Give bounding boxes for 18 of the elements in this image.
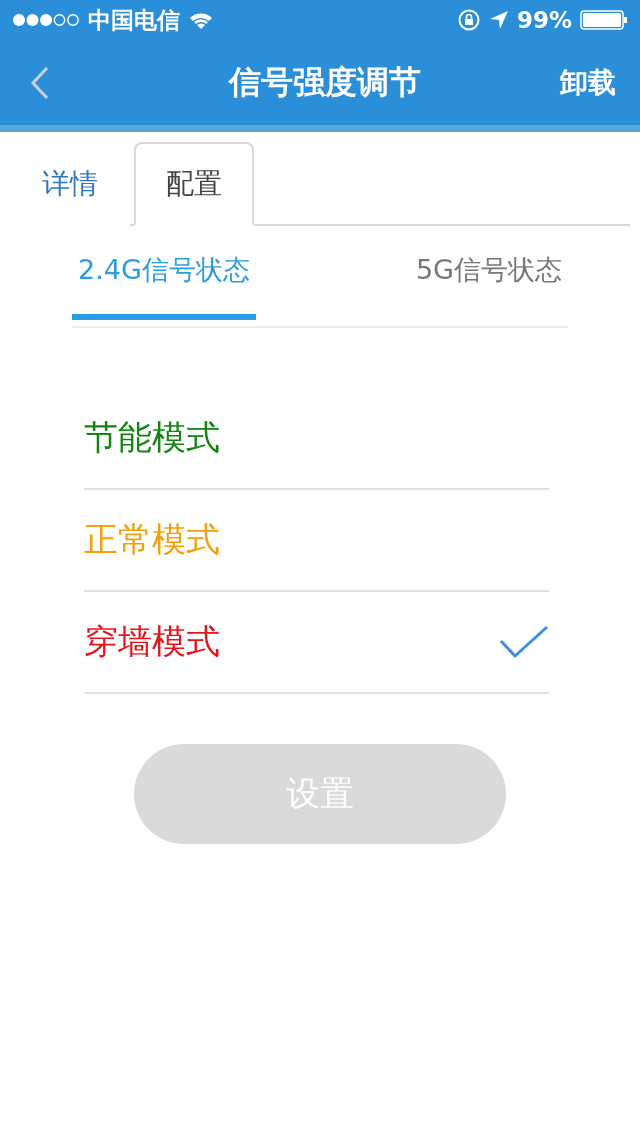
signal-icon (12, 13, 80, 27)
band-tab[interactable]: 2.4G信号状态 (72, 226, 256, 320)
rotation-lock-icon (456, 8, 481, 32)
mode-label: 节能模式 (84, 416, 220, 459)
battery-icon (580, 10, 628, 30)
page-title: 信号强度调节 (227, 61, 422, 103)
location-arrow-icon (488, 10, 509, 30)
mode-option[interactable]: 穿墙模式 (84, 592, 549, 694)
battery-percent: 99% (516, 7, 572, 33)
checkmark-icon (499, 625, 549, 659)
mode-label: 正常模式 (84, 518, 220, 561)
back-chevron-icon (30, 65, 50, 100)
band-tab[interactable]: 5G信号状态 (409, 226, 568, 320)
mode-option[interactable]: 节能模式 (84, 388, 549, 490)
mode-label: 穿墙模式 (84, 620, 220, 663)
tab[interactable]: 配置 (134, 142, 254, 226)
uninstall-button[interactable]: 卸载 (560, 63, 616, 102)
carrier-name: 中国电信 (88, 5, 180, 35)
